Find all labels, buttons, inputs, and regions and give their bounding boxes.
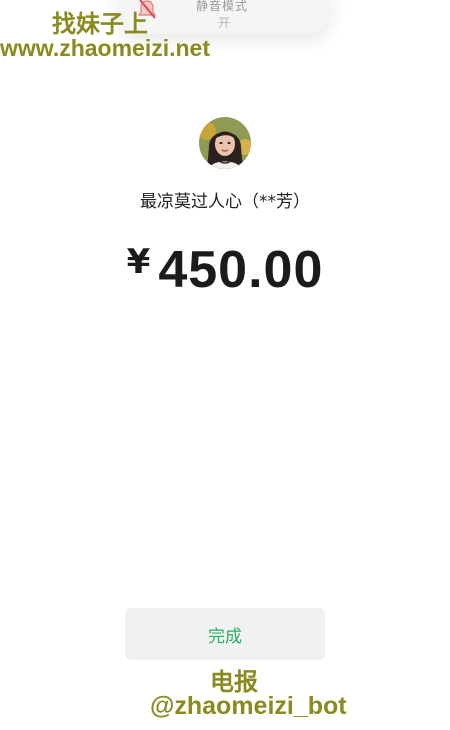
- silent-mode-toast: 静音模式 开: [118, 0, 330, 34]
- done-button[interactable]: 完成: [125, 608, 325, 660]
- currency-symbol: ¥: [126, 242, 151, 282]
- amount-value: 450.00: [158, 241, 324, 299]
- avatar: [199, 117, 251, 169]
- amount-row: ¥450.00: [0, 240, 450, 300]
- toast-title: 静音模式: [196, 0, 249, 13]
- payee-name: 最凉莫过人心（**芳）: [140, 192, 310, 212]
- watermark-top-url: www.zhaomeizi.net: [0, 35, 211, 61]
- toast-state: 开: [218, 16, 231, 30]
- watermark-bottom-handle: @zhaomeizi_bot: [150, 692, 347, 720]
- watermark-top-text: 找妹子上: [52, 10, 148, 38]
